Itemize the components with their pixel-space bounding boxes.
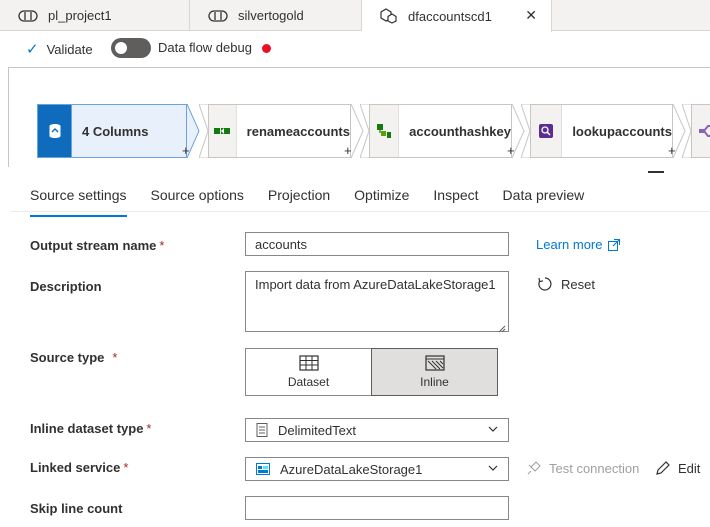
tab-label: pl_project1 xyxy=(48,8,112,23)
inline-icon xyxy=(424,355,445,371)
required-marker: * xyxy=(159,238,165,253)
tab-silvertogold[interactable]: silvertogold xyxy=(190,0,362,31)
table-icon xyxy=(298,355,319,371)
data-flow-debug-toggle[interactable] xyxy=(111,38,151,58)
edit-label: Edit xyxy=(678,460,701,476)
output-stream-name-label: Output stream name * xyxy=(30,238,164,253)
select-value: AzureDataLakeStorage1 xyxy=(280,461,423,477)
label-text: Linked service xyxy=(30,460,121,475)
tab-pl-project1[interactable]: pl_project1 xyxy=(0,0,190,31)
select-icon xyxy=(209,105,237,157)
data-flow-debug-label: Data flow debug xyxy=(158,40,252,55)
test-connection-button[interactable]: Test connection xyxy=(526,460,639,476)
required-marker: * xyxy=(146,421,152,436)
external-link-icon xyxy=(608,238,621,251)
delimited-text-icon xyxy=(256,423,268,437)
label-text: Output stream name xyxy=(30,238,157,253)
validate-label: Validate xyxy=(46,41,93,57)
add-transform-button[interactable]: + xyxy=(507,143,515,158)
validate-button[interactable]: ✓ Validate xyxy=(26,40,93,58)
source-type-toggle-group: Dataset Inline xyxy=(245,348,499,396)
pencil-icon xyxy=(655,460,671,476)
editor-tab-bar: pl_project1 silvertogold dfaccountscd1 ✕ xyxy=(0,0,710,32)
dataflow-canvas[interactable]: 4 Columns + renameaccounts + accounthash… xyxy=(8,67,710,167)
chevron-down-icon xyxy=(487,462,499,477)
tab-label: dfaccountscd1 xyxy=(408,8,492,24)
test-connection-label: Test connection xyxy=(549,460,640,476)
toggle-knob xyxy=(115,42,127,54)
dataflow-icon xyxy=(380,8,398,24)
add-transform-button[interactable]: + xyxy=(182,143,190,158)
node-next-transform[interactable] xyxy=(682,104,710,158)
node-label: 4 Columns xyxy=(82,123,149,139)
label-text: Source type xyxy=(30,350,105,365)
learn-more-label: Learn more xyxy=(536,237,603,252)
tab-optimize[interactable]: Optimize xyxy=(354,183,409,213)
source-type-inline-button[interactable]: Inline xyxy=(371,348,498,396)
derived-column-icon xyxy=(370,105,400,157)
tab-source-settings[interactable]: Source settings xyxy=(30,183,127,217)
pipeline-icon xyxy=(208,9,228,23)
node-label: lookupaccounts xyxy=(572,123,672,139)
tab-dfaccountscd1[interactable]: dfaccountscd1 ✕ xyxy=(362,0,552,32)
node-label: accounthashkey xyxy=(409,123,511,139)
inline-dataset-type-select[interactable]: DelimitedText xyxy=(245,418,509,442)
source-type-dataset-button[interactable]: Dataset xyxy=(245,348,372,396)
inline-dataset-type-label: Inline dataset type * xyxy=(30,421,151,436)
resize-grip-icon[interactable] xyxy=(498,321,506,333)
source-type-label: Source type * xyxy=(30,350,117,365)
add-transform-button[interactable]: + xyxy=(668,143,676,158)
node-renameaccounts[interactable]: renameaccounts + xyxy=(199,104,364,158)
lookup-icon xyxy=(531,105,563,157)
close-icon[interactable]: ✕ xyxy=(525,7,537,24)
textarea-value: Import data from AzureDataLakeStorage1 xyxy=(255,277,496,292)
edit-linked-service-button[interactable]: Edit xyxy=(655,460,700,476)
node-lookupaccounts[interactable]: lookupaccounts + xyxy=(521,104,686,158)
linked-service-label: Linked service * xyxy=(30,460,128,475)
description-label: Description xyxy=(30,279,102,294)
reset-button[interactable]: Reset xyxy=(537,276,595,292)
add-transform-button[interactable]: + xyxy=(344,143,352,158)
reset-icon xyxy=(537,276,553,292)
tab-source-options[interactable]: Source options xyxy=(151,183,244,213)
output-stream-name-input[interactable]: accounts xyxy=(245,232,509,256)
dataflow-toolbar: ✓ Validate Data flow debug xyxy=(0,31,710,67)
tab-inspect[interactable]: Inspect xyxy=(433,183,478,213)
node-accounthashkey[interactable]: accounthashkey + xyxy=(360,104,525,158)
plug-icon xyxy=(526,460,542,476)
required-marker: * xyxy=(123,460,129,475)
linked-service-select[interactable]: AzureDataLakeStorage1 xyxy=(245,457,509,481)
settings-tab-strip: Source settings Source options Projectio… xyxy=(18,183,608,217)
select-value: DelimitedText xyxy=(278,422,357,438)
description-textarea[interactable]: Import data from AzureDataLakeStorage1 xyxy=(245,271,509,333)
input-value: accounts xyxy=(255,237,308,252)
node-label: renameaccounts xyxy=(246,123,350,139)
required-marker: * xyxy=(112,350,118,365)
split-icon xyxy=(692,105,710,157)
reset-label: Reset xyxy=(561,276,595,292)
label-text: Inline dataset type xyxy=(30,421,144,436)
panel-resize-handle[interactable] xyxy=(648,171,664,173)
node-source-4-columns[interactable]: 4 Columns + xyxy=(37,104,200,158)
inline-label: Inline xyxy=(420,375,449,389)
checkmark-icon: ✓ xyxy=(26,41,39,58)
chevron-down-icon xyxy=(487,423,499,438)
tab-strip-divider xyxy=(10,211,710,212)
source-icon xyxy=(38,105,72,157)
skip-line-count-label: Skip line count xyxy=(30,501,123,516)
skip-line-count-input[interactable] xyxy=(245,496,509,520)
learn-more-link[interactable]: Learn more xyxy=(536,237,621,252)
dataset-label: Dataset xyxy=(287,375,330,389)
pipeline-icon xyxy=(18,9,38,23)
storage-account-icon xyxy=(256,463,270,475)
debug-status-indicator xyxy=(262,44,271,53)
tab-data-preview[interactable]: Data preview xyxy=(503,183,585,213)
tab-label: silvertogold xyxy=(238,8,304,23)
tab-projection[interactable]: Projection xyxy=(268,183,330,213)
